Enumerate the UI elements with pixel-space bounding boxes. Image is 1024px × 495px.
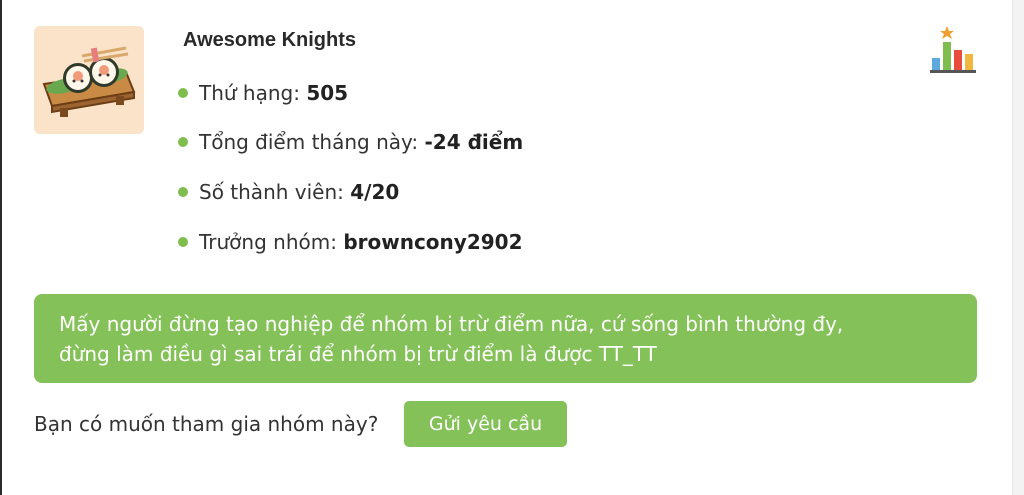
bullet-dot <box>178 87 188 98</box>
group-note-text: Mấy người đừng tạo nghiệp để nhóm bị trừ… <box>59 312 844 366</box>
group-name: Awesome Knights <box>183 29 356 51</box>
bullet-dot <box>178 236 188 247</box>
leaderboard-chart-icon[interactable] <box>928 24 978 74</box>
group-note: Mấy người đừng tạo nghiệp để nhóm bị trừ… <box>34 294 977 383</box>
member-count-label: Số thành viên: <box>199 180 351 204</box>
bullet-dot <box>178 136 188 147</box>
join-question: Bạn có muốn tham gia nhóm này? <box>34 412 379 436</box>
rank-value: 505 <box>306 81 349 105</box>
info-monthly-score: Tổng điểm tháng này: -24 điểm <box>178 130 523 154</box>
info-rank: Thứ hạng: 505 <box>178 81 348 105</box>
group-card: Awesome Knights Thứ hạng: 505 Tổng điểm … <box>0 0 1024 495</box>
bullet-dot <box>178 186 188 197</box>
window-edge <box>0 0 2 495</box>
group-leader-label: Trưởng nhóm: <box>199 230 344 254</box>
group-leader-value[interactable]: browncony2902 <box>343 230 522 254</box>
monthly-score-value: -24 điểm <box>424 130 524 154</box>
info-member-count: Số thành viên: 4/20 <box>178 180 399 204</box>
sushi-icon <box>34 26 144 134</box>
info-group-leader: Trưởng nhóm: browncony2902 <box>178 230 522 254</box>
send-request-button[interactable]: Gửi yêu cầu <box>404 401 567 447</box>
rank-label: Thứ hạng: <box>199 81 307 105</box>
group-avatar <box>34 26 144 134</box>
monthly-score-label: Tổng điểm tháng này: <box>199 130 425 154</box>
scrollbar-track[interactable] <box>1012 0 1024 495</box>
member-count-value: 4/20 <box>350 180 400 204</box>
